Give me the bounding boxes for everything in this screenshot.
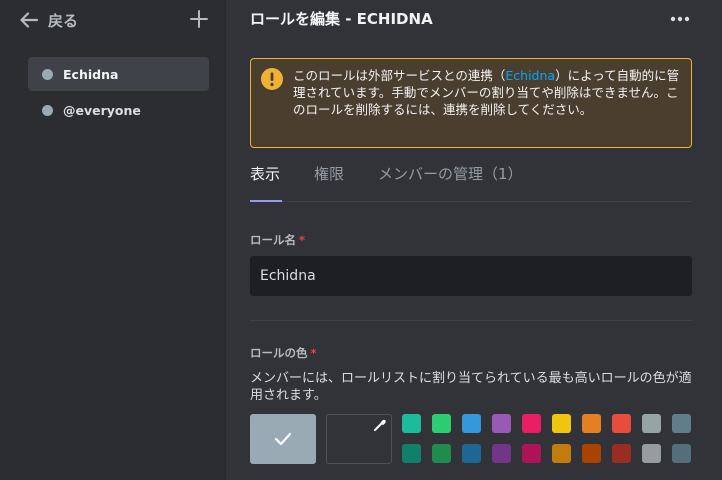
color-swatch[interactable] <box>612 414 631 433</box>
back-label: 戻る <box>48 11 79 30</box>
section-divider <box>250 320 692 321</box>
role-color-dot <box>42 68 53 80</box>
color-swatch[interactable] <box>462 444 481 463</box>
color-swatch[interactable] <box>642 444 661 463</box>
role-color-description: メンバーには、ロールリストに割り当てられている最も高いロールの色が適用されます。 <box>250 371 692 403</box>
role-name-input[interactable] <box>250 256 692 296</box>
role-name-label: ロール名 * <box>250 232 305 248</box>
arrow-left-icon <box>20 12 38 28</box>
role-color-label-text: ロールの色 <box>250 346 308 360</box>
color-swatch[interactable] <box>432 444 451 463</box>
color-swatch[interactable] <box>492 444 511 463</box>
color-swatch[interactable] <box>552 414 571 433</box>
role-tabs: 表示 権限 メンバーの管理（1） <box>250 160 692 202</box>
role-item-label: @everyone <box>63 102 141 118</box>
role-color-label: ロールの色 * <box>250 345 317 361</box>
tab-label: 権限 <box>314 165 345 183</box>
eyedropper-icon <box>374 419 386 431</box>
color-swatch[interactable] <box>462 414 481 433</box>
required-mark: * <box>299 233 306 247</box>
color-swatch[interactable] <box>432 414 451 433</box>
role-editor: ロールを編集 - ECHIDNA このロールは外部サービスとの連携（Echidn… <box>250 0 692 480</box>
role-item-echidna[interactable]: Echidna <box>28 57 209 91</box>
color-swatch[interactable] <box>522 414 541 433</box>
warning-icon <box>261 68 283 90</box>
color-swatch[interactable] <box>642 414 661 433</box>
role-color-dot <box>42 104 53 116</box>
color-swatch[interactable] <box>582 444 601 463</box>
checkmark-icon <box>274 432 292 446</box>
warning-text-before: このロールは外部サービスとの連携（ <box>293 68 506 83</box>
tab-label: 表示 <box>250 165 281 183</box>
color-swatch[interactable] <box>672 414 691 433</box>
role-item-label: Echidna <box>63 66 119 82</box>
role-item-everyone[interactable]: @everyone <box>28 93 209 127</box>
role-list: Echidna @everyone <box>28 57 209 129</box>
role-sidebar: 戻る Echidna @everyone <box>0 0 226 480</box>
color-swatch[interactable] <box>522 444 541 463</box>
color-swatch[interactable] <box>582 414 601 433</box>
integration-link[interactable]: Echidna <box>505 68 555 83</box>
tab-manage-members[interactable]: メンバーの管理（1） <box>378 163 523 201</box>
color-swatch[interactable] <box>492 414 511 433</box>
color-swatch[interactable] <box>402 414 421 433</box>
tab-label: メンバーの管理（1） <box>378 165 523 183</box>
required-mark: * <box>310 346 317 360</box>
role-name-label-text: ロール名 <box>250 233 296 247</box>
active-tab-indicator <box>250 200 282 202</box>
page-title: ロールを編集 - ECHIDNA <box>250 10 433 28</box>
color-swatch[interactable] <box>612 444 631 463</box>
color-swatch[interactable] <box>552 444 571 463</box>
more-options-icon[interactable] <box>669 10 691 28</box>
color-swatch[interactable] <box>402 444 421 463</box>
default-color-swatch[interactable] <box>250 414 316 464</box>
color-swatch[interactable] <box>672 444 691 463</box>
custom-color-swatch[interactable] <box>326 414 392 464</box>
add-role-button[interactable] <box>189 9 209 29</box>
back-button[interactable]: 戻る <box>20 8 78 32</box>
tab-display[interactable]: 表示 <box>250 163 282 202</box>
tab-permissions[interactable]: 権限 <box>314 163 344 201</box>
managed-role-warning: このロールは外部サービスとの連携（Echidna）によって自動的に管理されていま… <box>250 58 692 148</box>
